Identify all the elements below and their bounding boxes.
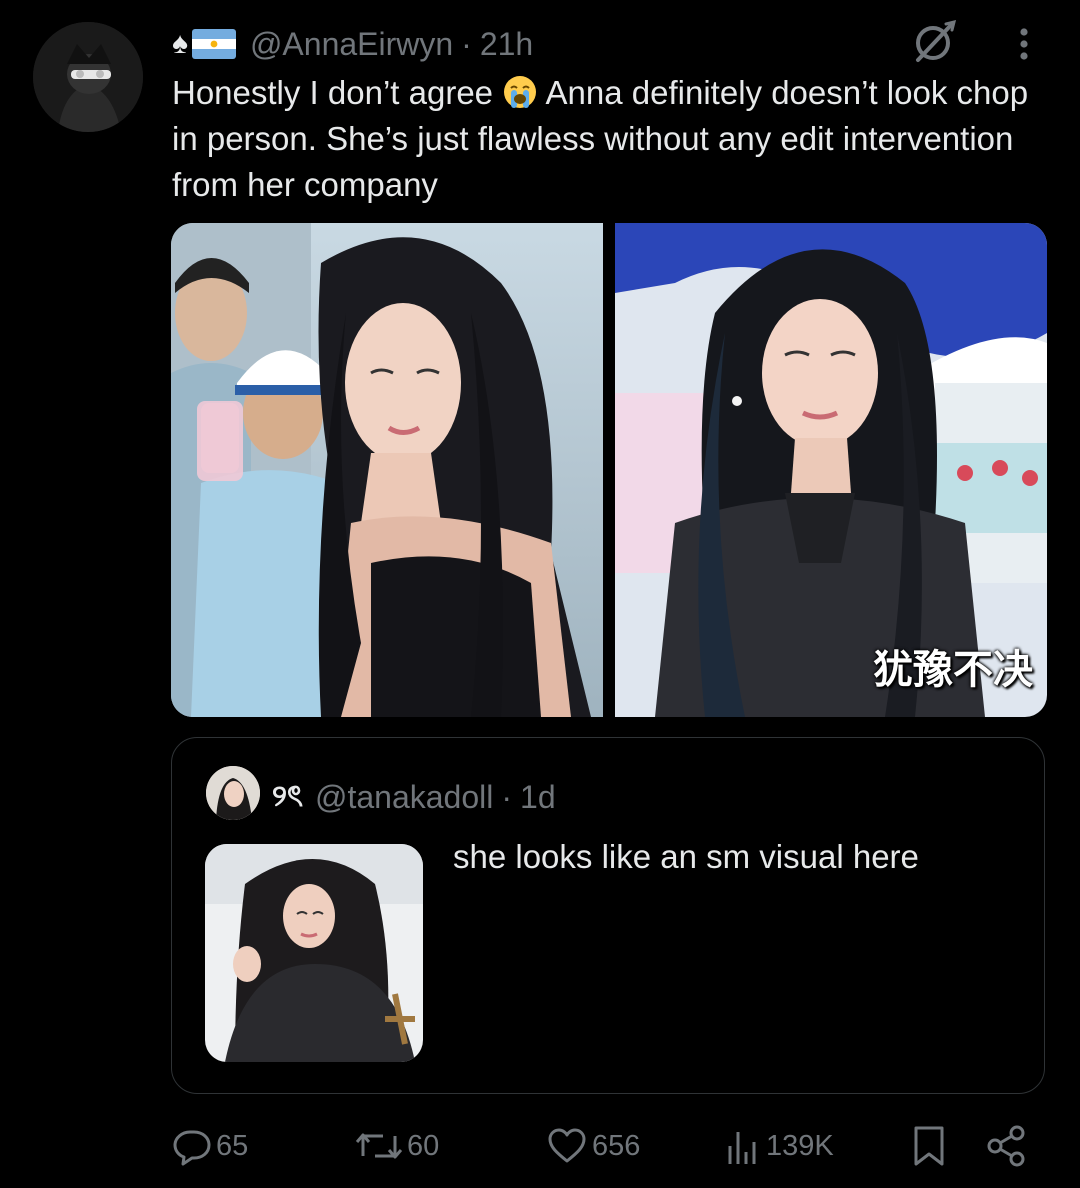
author-handle[interactable]: @AnnaEirwyn	[250, 26, 453, 63]
heart-icon	[548, 1128, 586, 1163]
tweet-media-grid: 犹豫不决	[171, 223, 1047, 717]
quoted-tweet-timestamp[interactable]: 1d	[520, 779, 556, 816]
reply-button[interactable]: 65	[172, 1118, 248, 1174]
quoted-photo-image	[205, 844, 423, 1062]
avatar-image	[33, 22, 143, 132]
photo-2-caption: 犹豫不决	[873, 647, 1033, 693]
quoted-author-handle[interactable]: @tanakadoll	[315, 779, 493, 816]
repost-button[interactable]: 60	[355, 1118, 439, 1174]
quoted-tweet[interactable]: ୨ৎ @tanakadoll · 1d she looks like an sm…	[171, 737, 1045, 1094]
like-button[interactable]: 656	[546, 1118, 640, 1174]
quoted-header-separator: ·	[501, 779, 513, 815]
quoted-tweet-text: she looks like an sm visual here	[453, 838, 919, 875]
repost-icon	[355, 1133, 403, 1159]
share-icon	[987, 1125, 1025, 1167]
quoted-tweet-photo[interactable]	[205, 844, 423, 1062]
loudly-crying-face-emoji-icon	[502, 74, 538, 110]
share-button[interactable]	[984, 1118, 1032, 1174]
quoted-avatar-image	[206, 766, 260, 820]
photo-1-image	[171, 223, 603, 717]
argentina-flag-icon	[191, 29, 236, 59]
reply-icon	[173, 1130, 211, 1166]
spade-emoji: ♠	[172, 27, 188, 60]
header-separator: ·	[461, 25, 472, 62]
bookmark-button[interactable]	[911, 1118, 951, 1174]
views-icon	[728, 1132, 756, 1164]
author-avatar[interactable]	[33, 22, 143, 132]
views-count: 139K	[766, 1129, 834, 1162]
tweet-action-bar: 65 60 656 139K	[0, 1118, 1080, 1174]
tweet-text-part1: Honestly I don’t agree	[172, 74, 503, 111]
grok-icon[interactable]	[908, 16, 960, 68]
reply-count: 65	[216, 1129, 249, 1162]
tweet-header: ♠ @AnnaEirwyn · 21h	[172, 22, 533, 66]
quoted-author-avatar[interactable]	[206, 766, 260, 820]
quoted-tweet-header: ୨ৎ @tanakadoll · 1d	[272, 772, 556, 823]
bookmark-icon	[914, 1126, 944, 1166]
tweet-photo-1[interactable]	[171, 223, 603, 717]
repost-count: 60	[407, 1129, 440, 1162]
tweet-timestamp[interactable]: 21h	[480, 26, 533, 63]
views-button[interactable]: 139K	[724, 1118, 834, 1174]
tweet-text: Honestly I don’t agree Anna definitely d…	[172, 70, 1052, 208]
like-count: 656	[592, 1129, 641, 1162]
tweet-photo-2[interactable]: 犹豫不决	[615, 223, 1047, 717]
more-options-icon[interactable]	[1010, 26, 1038, 62]
quoted-author-name[interactable]: ୨ৎ	[272, 772, 303, 823]
